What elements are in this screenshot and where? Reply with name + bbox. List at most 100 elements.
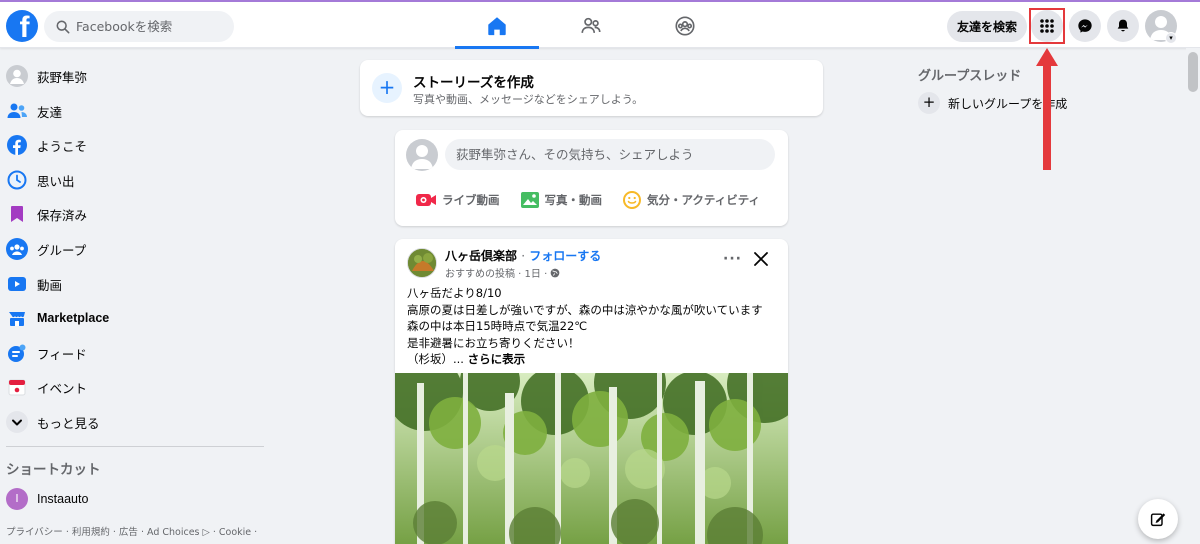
sidebar-item-profile[interactable]: 荻野隼弥 <box>6 59 87 93</box>
feeling-activity-label: 気分・アクティビティ <box>647 193 761 207</box>
left-sidebar: 荻野隼弥 友達 ようこそ 思い出 保存済み グループ 動画 Marketplac… <box>0 48 270 544</box>
sidebar-item-video[interactable]: 動画 <box>6 267 62 301</box>
post-author-line: 八ヶ岳倶楽部 · フォローする <box>445 247 601 264</box>
shortcuts-title: ショートカット <box>6 462 101 478</box>
sidebar-item-welcome[interactable]: ようこそ <box>6 128 87 162</box>
new-message-button[interactable] <box>1138 499 1178 539</box>
sidebar-item-memories[interactable]: 思い出 <box>6 163 75 197</box>
post-composer: ライブ動画 写真・動画 気分・アクティビティ <box>395 130 788 226</box>
friends-icon <box>6 100 28 122</box>
post-author-photo <box>408 249 436 277</box>
shortcut-avatar: I <box>6 488 28 510</box>
sidebar-item-label: Marketplace <box>37 311 110 325</box>
post-line: 是非避暑にお立ち寄りください！ <box>407 335 580 350</box>
page-scrollbar[interactable] <box>1186 48 1200 544</box>
annotation-arrow-icon <box>1036 48 1058 170</box>
groups-icon <box>6 238 28 260</box>
live-video-icon <box>416 194 436 206</box>
follow-button[interactable]: フォローする <box>529 249 601 263</box>
feed-icon <box>6 342 28 364</box>
separator: · <box>521 249 526 263</box>
sidebar-item-label: イベント <box>37 380 88 396</box>
facebook-logo-icon[interactable]: f <box>6 10 38 42</box>
post-meta: おすすめの投稿 · 1日 · <box>445 265 560 280</box>
post-line: （杉坂）... さらに表示 <box>407 351 779 368</box>
sidebar-item-label: 動画 <box>37 277 63 293</box>
post-line-prefix: （杉坂）... <box>407 352 464 366</box>
close-icon[interactable] <box>751 249 771 269</box>
post-line: 高原の夏は日差しが強いですが、森の中は涼やかな風が吹いています <box>407 302 763 317</box>
sidebar-item-feed[interactable]: フィード <box>6 336 87 370</box>
post-meta-text: おすすめの投稿 · 1日 · <box>445 269 548 280</box>
create-story-card[interactable]: + ストーリーズを作成 写真や動画、メッセージなどをシェアしよう。 <box>360 60 823 116</box>
sidebar-item-see-more[interactable]: もっと見る <box>6 405 100 439</box>
bookmark-icon <box>6 203 28 225</box>
sidebar-item-label: 思い出 <box>37 173 75 189</box>
avatar[interactable] <box>407 248 437 278</box>
post-body: 八ヶ岳だより8/10 高原の夏は日差しが強いですが、森の中は涼やかな風が吹いてい… <box>407 285 779 368</box>
sidebar-item-saved[interactable]: 保存済み <box>6 197 87 231</box>
feed-post: 八ヶ岳倶楽部 · フォローする おすすめの投稿 · 1日 · ··· 八ヶ岳だよ… <box>395 239 788 544</box>
messenger-icon <box>1078 19 1092 33</box>
tab-home[interactable] <box>455 4 539 49</box>
profile-avatar-icon <box>6 65 28 87</box>
status-input[interactable] <box>445 139 775 170</box>
search-icon <box>56 20 70 33</box>
sidebar-item-marketplace[interactable]: Marketplace <box>6 301 109 335</box>
calendar-icon <box>6 376 28 398</box>
scrollbar-thumb[interactable] <box>1188 52 1198 92</box>
memories-clock-icon <box>6 169 28 191</box>
sidebar-item-label: もっと見る <box>37 415 100 431</box>
story-title: ストーリーズを作成 <box>413 75 534 91</box>
plus-icon: + <box>372 73 402 103</box>
account-chevron-icon[interactable]: ▾ <box>1165 32 1177 44</box>
post-line: 八ヶ岳だより8/10 <box>407 286 502 300</box>
forest-photo <box>395 373 788 544</box>
sidebar-shortcut-instaauto[interactable]: I Instaauto <box>6 482 88 516</box>
post-author-name[interactable]: 八ヶ岳倶楽部 <box>445 249 517 263</box>
profile-avatar-icon <box>411 145 433 169</box>
notifications-button[interactable] <box>1107 10 1139 42</box>
sidebar-divider <box>6 446 264 447</box>
feeling-activity-button[interactable]: 気分・アクティビティ <box>622 190 760 210</box>
sidebar-item-label: ようこそ <box>37 138 88 154</box>
sidebar-item-label: 荻野隼弥 <box>37 69 88 85</box>
tab-friends[interactable] <box>549 4 633 48</box>
photo-video-button[interactable]: 写真・動画 <box>520 191 602 209</box>
groups-icon <box>675 16 695 36</box>
smiley-icon <box>623 191 641 209</box>
plus-icon: + <box>918 92 940 114</box>
post-photo[interactable] <box>395 373 788 544</box>
globe-icon <box>551 268 560 278</box>
marketplace-icon <box>6 307 28 329</box>
sidebar-item-label: Instaauto <box>37 492 89 506</box>
search-box[interactable] <box>44 11 234 42</box>
sidebar-item-events[interactable]: イベント <box>6 370 87 404</box>
sidebar-item-label: グループ <box>37 242 87 258</box>
video-icon <box>6 273 28 295</box>
bell-icon <box>1117 19 1129 32</box>
see-more-link[interactable]: さらに表示 <box>468 352 526 366</box>
top-navigation-bar: f 友達を検索 <box>0 0 1200 49</box>
home-icon <box>488 17 506 36</box>
sidebar-item-friends[interactable]: 友達 <box>6 94 62 128</box>
search-input[interactable] <box>76 19 226 34</box>
composer-actions: ライブ動画 写真・動画 気分・アクティビティ <box>415 190 780 210</box>
photo-icon <box>520 192 539 208</box>
live-video-label: ライブ動画 <box>442 193 500 207</box>
group-threads-title: グループスレッド <box>918 69 1022 84</box>
post-line: 森の中は本日15時時点で気温22℃ <box>407 319 588 333</box>
messenger-button[interactable] <box>1069 10 1101 42</box>
tab-groups[interactable] <box>643 4 727 48</box>
footer-links[interactable]: プライバシー · 利用規約 · 広告 · Ad Choices ▷ · Cook… <box>6 526 268 540</box>
compose-icon <box>1150 513 1166 527</box>
live-video-button[interactable]: ライブ動画 <box>415 192 500 208</box>
avatar[interactable] <box>406 139 438 171</box>
chevron-down-icon <box>6 411 28 433</box>
sidebar-item-groups[interactable]: グループ <box>6 232 86 266</box>
shortcut-initial: I <box>6 488 28 510</box>
more-options-icon[interactable]: ··· <box>723 251 742 267</box>
sidebar-item-label: 友達 <box>37 104 63 120</box>
friends-icon <box>581 17 601 33</box>
find-friends-button[interactable]: 友達を検索 <box>947 11 1027 42</box>
